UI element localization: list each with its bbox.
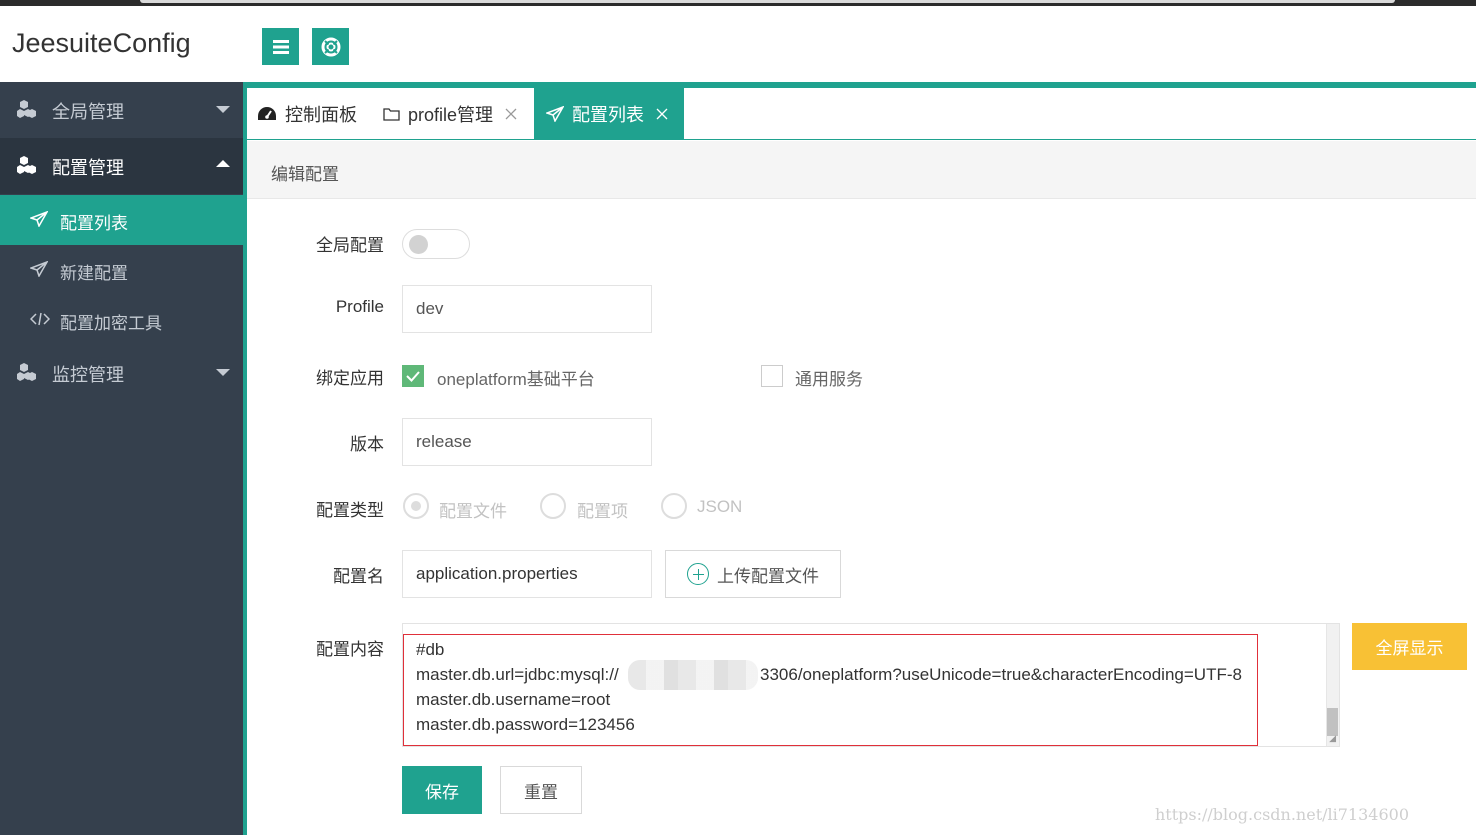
browser-address-edge — [140, 0, 1395, 3]
cubes-icon — [17, 362, 39, 387]
resize-grip-icon[interactable]: ◢ — [1329, 733, 1336, 744]
close-icon[interactable] — [505, 108, 517, 120]
tab-label: 配置列表 — [572, 104, 644, 125]
config-content-label: 配置内容 — [316, 640, 384, 659]
profile-label: Profile — [335, 297, 384, 316]
radio-json[interactable] — [661, 493, 687, 519]
code-line: #db — [416, 640, 445, 659]
dashboard-icon — [257, 106, 277, 122]
help-button[interactable] — [312, 28, 349, 65]
sidebar-group-label: 监控管理 — [52, 365, 124, 385]
version-label: 版本 — [350, 435, 384, 454]
scrollbar[interactable] — [1326, 624, 1339, 746]
upload-config-button[interactable]: 上传配置文件 — [665, 550, 841, 598]
config-name-label: 配置名 — [333, 567, 384, 586]
chevron-up-icon — [216, 160, 230, 167]
close-icon[interactable] — [656, 108, 668, 120]
radio-dot — [411, 501, 421, 511]
radio-config-item[interactable] — [540, 493, 566, 519]
tab-bar: 控制面板 profile管理 配置列表 — [247, 82, 1476, 140]
tab-label: 控制面板 — [285, 104, 357, 125]
sidebar-item-encrypt-tool[interactable]: 配置加密工具 — [0, 295, 243, 345]
panel-title: 编辑配置 — [271, 165, 339, 184]
sidebar-item-label: 配置加密工具 — [60, 314, 162, 333]
sidebar-group-label: 全局管理 — [52, 102, 124, 122]
oneplatform-label: oneplatform基础平台 — [437, 370, 595, 389]
radio-config-file[interactable] — [403, 493, 429, 519]
chevron-down-icon — [216, 106, 230, 113]
sidebar-group-monitor[interactable]: 监控管理 — [0, 345, 243, 401]
chevron-down-icon — [216, 369, 230, 376]
common-service-label: 通用服务 — [795, 370, 863, 389]
code-icon — [29, 311, 51, 331]
paper-plane-icon — [28, 210, 49, 232]
lifebuoy-icon — [321, 37, 340, 56]
profile-input[interactable]: dev — [402, 285, 652, 333]
hamburger-icon — [272, 39, 289, 54]
paper-plane-icon — [546, 105, 564, 122]
tab-label: profile管理 — [408, 104, 494, 125]
menu-toggle-button[interactable] — [262, 28, 299, 65]
radio-json-label: JSON — [697, 497, 743, 516]
redacted-host — [628, 660, 758, 690]
sidebar-item-label: 新建配置 — [60, 264, 128, 283]
paper-plane-icon — [28, 260, 49, 282]
sidebar-item-config-list[interactable]: 配置列表 — [0, 195, 243, 245]
sidebar-item-label: 配置列表 — [60, 214, 128, 233]
cubes-icon — [17, 155, 39, 180]
sidebar-group-config[interactable]: 配置管理 — [0, 138, 243, 194]
header: JeesuiteConfig — [0, 6, 1476, 82]
reset-button[interactable]: 重置 — [500, 766, 582, 814]
sidebar-group-label: 配置管理 — [52, 158, 124, 178]
tab-config-list[interactable]: 配置列表 — [534, 88, 684, 139]
sidebar-item-new-config[interactable]: 新建配置 — [0, 245, 243, 295]
sidebar-group-global[interactable]: 全局管理 — [0, 82, 243, 138]
global-config-label: 全局配置 — [316, 236, 384, 255]
tab-dashboard[interactable]: 控制面板 — [257, 88, 357, 139]
folder-icon — [383, 107, 400, 121]
code-line: master.db.password=123456 — [416, 715, 635, 734]
version-input[interactable]: release — [402, 418, 652, 466]
upload-label: 上传配置文件 — [717, 566, 819, 586]
code-line: master.db.username=root — [416, 690, 611, 709]
oneplatform-checkbox[interactable] — [402, 365, 424, 387]
plus-circle-icon — [687, 563, 709, 585]
radio-config-file-label: 配置文件 — [439, 502, 507, 521]
global-config-switch[interactable] — [402, 229, 470, 259]
bind-app-label: 绑定应用 — [316, 369, 384, 388]
radio-config-item-label: 配置项 — [577, 502, 628, 521]
code-line: master.db.url=jdbc:mysql:// — [416, 665, 619, 684]
watermark: https://blog.csdn.net/li7134600 — [1155, 805, 1409, 824]
config-type-label: 配置类型 — [316, 501, 384, 520]
checkmark-icon — [406, 371, 420, 382]
scrollbar-thumb[interactable] — [1327, 708, 1338, 736]
code-line: 3306/oneplatform?useUnicode=true&charact… — [760, 665, 1242, 684]
brand-title: JeesuiteConfig — [12, 28, 191, 58]
cubes-icon — [17, 99, 39, 124]
fullscreen-button[interactable]: 全屏显示 — [1352, 623, 1467, 670]
switch-knob — [409, 235, 428, 254]
tab-profile[interactable]: profile管理 — [383, 88, 517, 139]
config-name-input[interactable]: application.properties — [402, 550, 652, 598]
common-service-checkbox[interactable] — [761, 365, 783, 387]
save-button[interactable]: 保存 — [402, 766, 482, 814]
panel-header: 编辑配置 — [247, 141, 1476, 199]
